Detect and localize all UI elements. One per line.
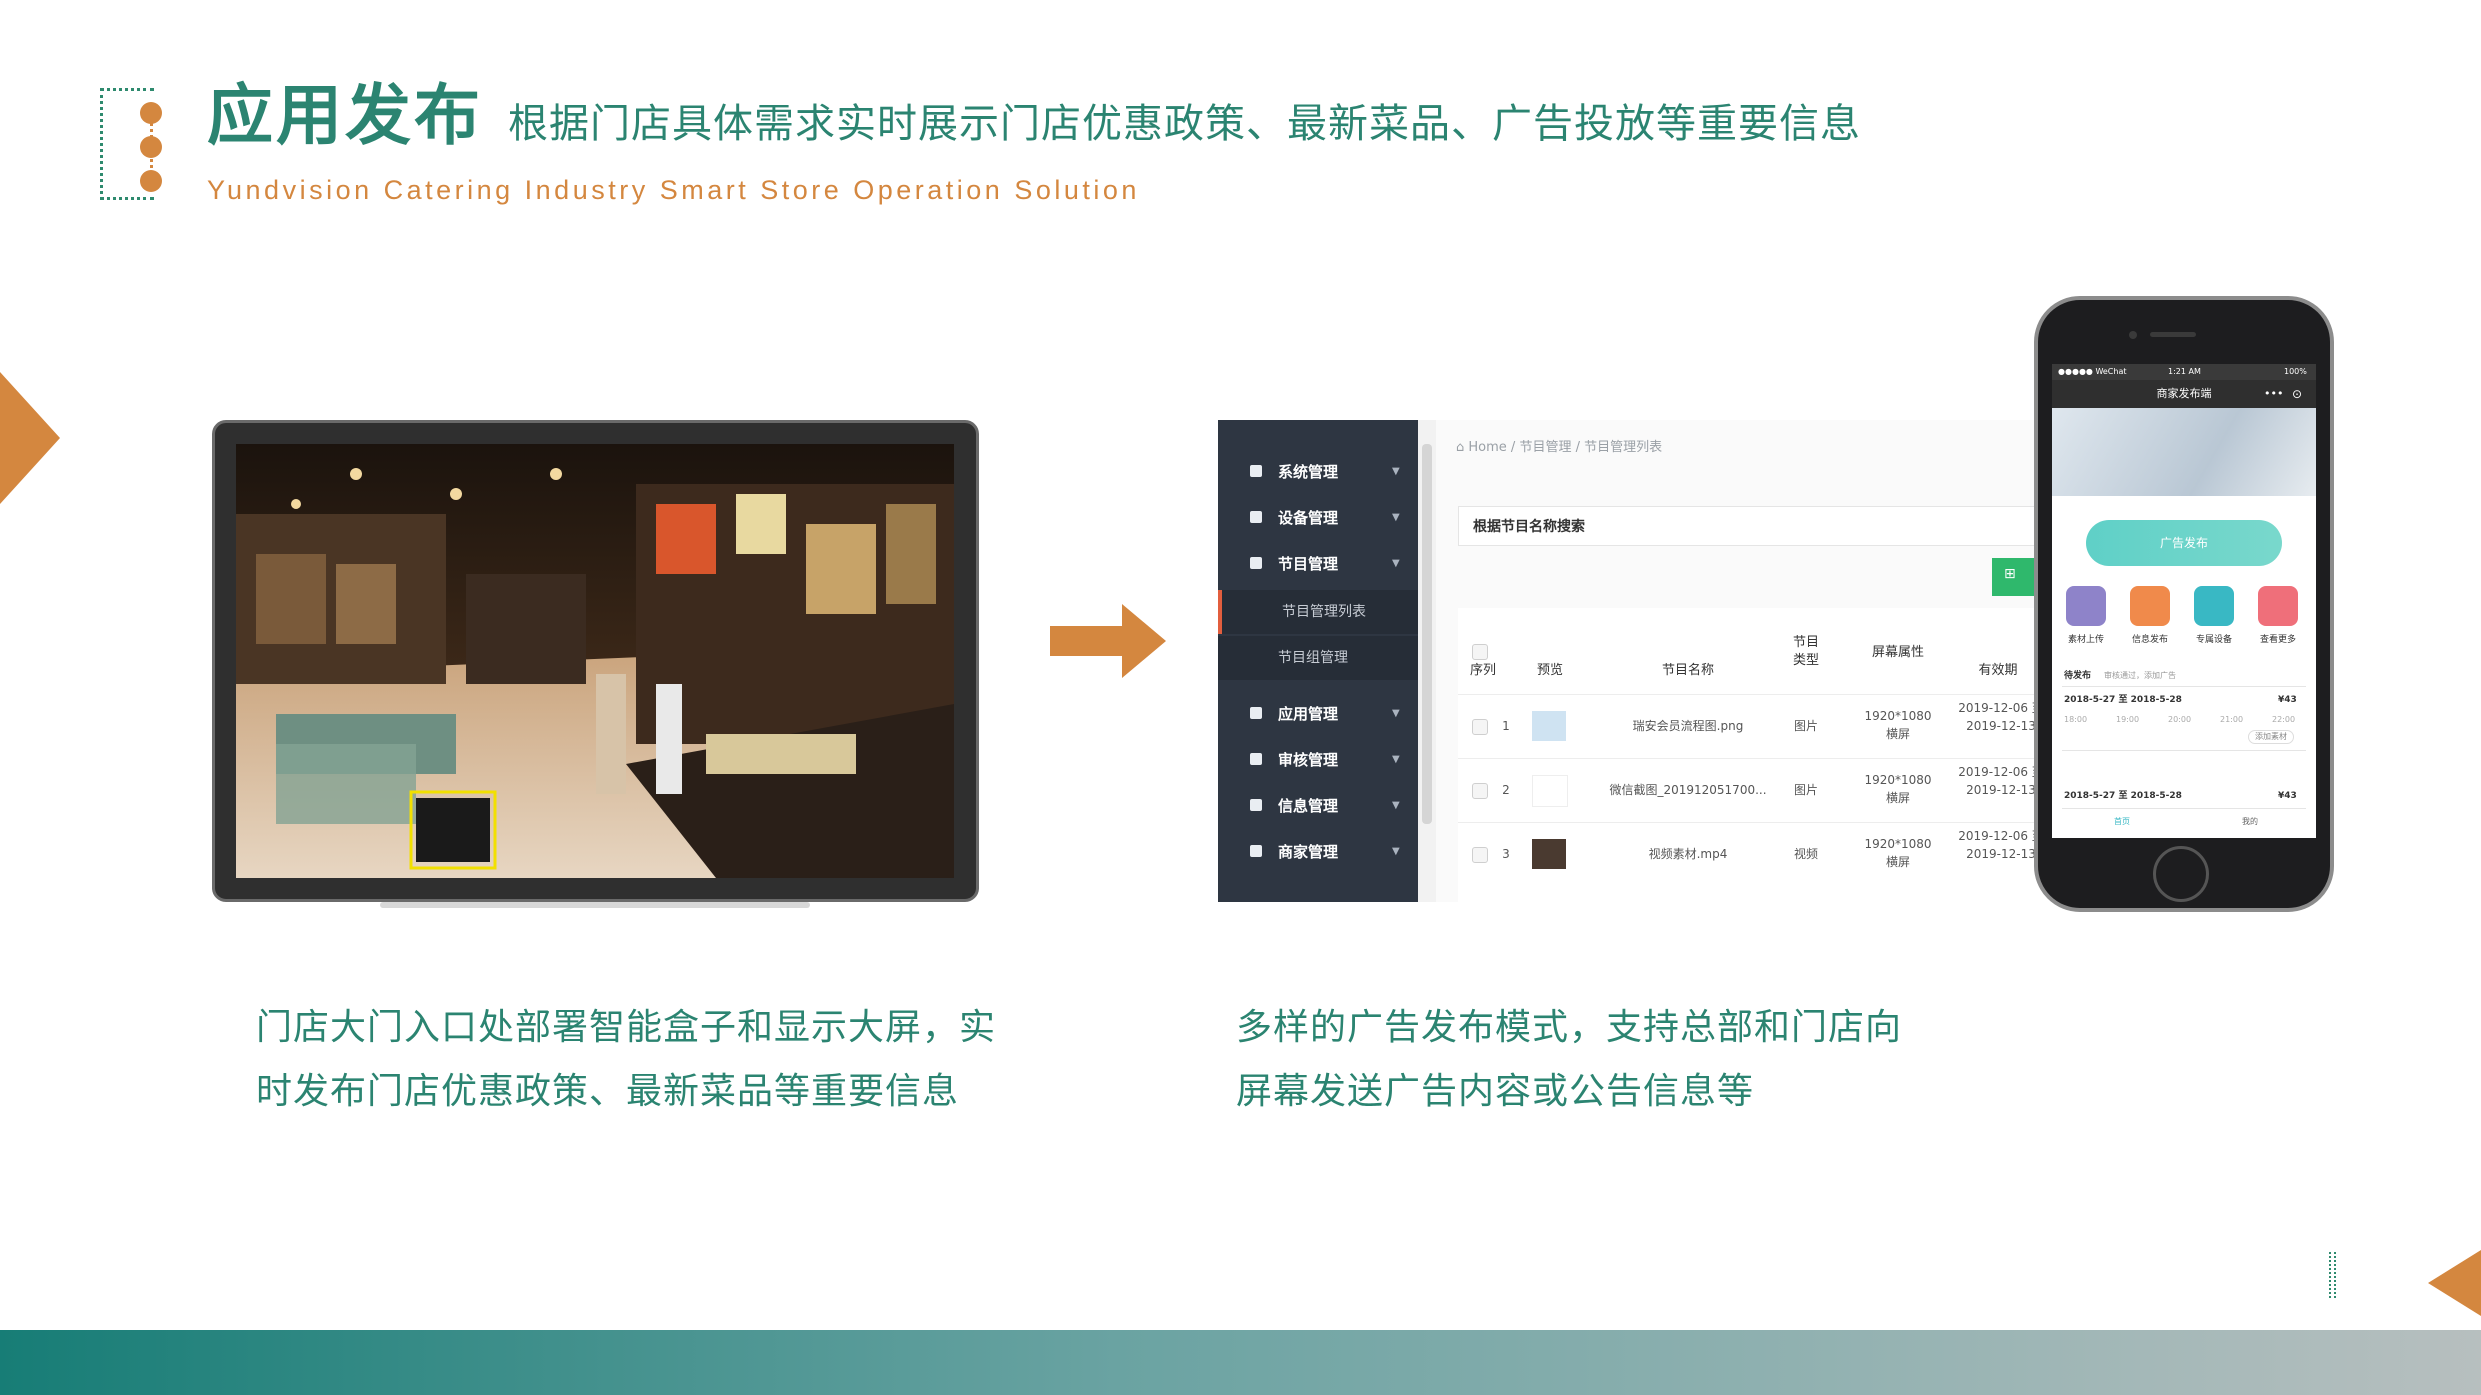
more-list-icon[interactable]: [2258, 586, 2298, 626]
dotted-marker-decoration: [2329, 1252, 2336, 1298]
preview-thumbnail: [1532, 839, 1566, 869]
hands-banner-image: [2052, 408, 2316, 496]
target-icon[interactable]: ⊙: [2292, 380, 2302, 408]
breadcrumb-programs[interactable]: 节目管理: [1519, 440, 1571, 455]
sidebar-subitem-program-list[interactable]: 节目管理列表: [1218, 590, 1418, 634]
left-triangle-decoration: [0, 372, 60, 504]
monitor-shadow: [380, 902, 810, 908]
sidebar-subitem-program-groups[interactable]: 节目组管理: [1218, 636, 1418, 680]
tab-home[interactable]: 首页: [2114, 816, 2130, 828]
restaurant-photo: [236, 444, 954, 878]
pending-label: 待发布: [2064, 671, 2092, 681]
sidebar-item-review[interactable]: 审核管理 ▼: [1218, 738, 1418, 782]
row-checkbox[interactable]: [1472, 783, 1488, 799]
add-material-button[interactable]: 添加素材: [2248, 730, 2294, 744]
upload-icon[interactable]: [2066, 586, 2106, 626]
page-subtitle: 根据门店具体需求实时展示门店优惠政策、最新菜品、广告投放等重要信息: [508, 101, 1861, 147]
sidebar-item-info[interactable]: 信息管理 ▼: [1218, 784, 1418, 828]
breadcrumb-program-list: 节目管理列表: [1584, 440, 1663, 455]
chevron-down-icon: ▼: [1392, 512, 1400, 523]
feature-icons: 素材上传 信息发布 专属设备 查看更多: [2066, 586, 2306, 646]
more-icon[interactable]: •••: [2264, 380, 2283, 408]
table-row[interactable]: 2 微信截图_201912051700... 图片 1920*1080 横屏 2…: [1458, 758, 2036, 823]
chevron-down-icon: ▼: [1392, 846, 1400, 857]
sidebar-item-apps[interactable]: 应用管理 ▼: [1218, 692, 1418, 736]
sidebar-item-merchants[interactable]: 商家管理 ▼: [1218, 830, 1418, 874]
phone-speaker: [2150, 332, 2196, 337]
breadcrumb: ⌂ Home / 节目管理 / 节目管理列表: [1456, 440, 1663, 455]
phone-home-button: [2153, 846, 2209, 902]
add-icon: ⊞: [2004, 566, 2016, 582]
add-button[interactable]: ⊞: [1992, 558, 2036, 596]
row-checkbox[interactable]: [1472, 847, 1488, 863]
tab-me[interactable]: 我的: [2242, 816, 2258, 828]
right-triangle-decoration: [2428, 1250, 2481, 1316]
chevron-down-icon: ▼: [1392, 558, 1400, 569]
search-input[interactable]: 根据节目名称搜索: [1458, 506, 2036, 546]
table-icon: [1250, 799, 1262, 811]
scrollbar[interactable]: [1418, 420, 1436, 902]
device-icon[interactable]: [2194, 586, 2234, 626]
table-row[interactable]: 1 瑞安会员流程图.png 图片 1920*1080 横屏 2019-12-06…: [1458, 694, 2036, 759]
chevron-down-icon: ▼: [1392, 466, 1400, 477]
col-header-validity: 有效期: [1978, 663, 2018, 678]
sidebar-item-devices[interactable]: 设备管理 ▼: [1218, 496, 1418, 540]
col-header-preview: 预览: [1536, 663, 1563, 678]
device-icon: [1250, 511, 1262, 523]
right-caption: 多样的广告发布模式，支持总部和门店向 屏幕发送广告内容或公告信息等: [1236, 1007, 1903, 1112]
chevron-down-icon: ▼: [1392, 754, 1400, 765]
arrow-right-icon: [1050, 604, 1166, 678]
video-icon: [1250, 557, 1262, 569]
entry-price: ¥43: [2278, 695, 2297, 705]
col-header-type: 节目类型: [1792, 635, 1819, 668]
sidebar-item-system[interactable]: 系统管理 ▼: [1218, 450, 1418, 494]
phone-screen: ●●●●● WeChat 1:21 AM 100% 商家发布端 ••• ⊙ 广告…: [2052, 364, 2316, 838]
row-checkbox[interactable]: [1472, 719, 1488, 735]
col-header-name: 节目名称: [1661, 663, 1714, 678]
table-row[interactable]: 3 视频素材.mp4 视频 1920*1080 横屏 2019-12-06 至 …: [1458, 822, 2036, 887]
home-icon: ⌂: [1456, 440, 1465, 455]
col-header-screen: 屏幕属性: [1871, 645, 1924, 660]
program-table: 序列 预览 节目名称 节目类型 屏幕属性 有效期 1 瑞安会员流程图.png 图…: [1458, 608, 2036, 902]
admin-sidebar: 系统管理 ▼ 设备管理 ▼ 节目管理 ▼ 节目管理列表 节目组管理 应用管理 ▼ 审核管…: [1218, 420, 1418, 902]
left-caption: 门店大门入口处部署智能盒子和显示大屏，实 时发布门店优惠政策、最新菜品等重要信息: [256, 1007, 997, 1112]
admin-screenshot: 系统管理 ▼ 设备管理 ▼ 节目管理 ▼ 节目管理列表 节目组管理 应用管理 ▼ 审核管…: [1218, 420, 2036, 902]
chevron-down-icon: ▼: [1392, 800, 1400, 811]
breadcrumb-home[interactable]: Home: [1468, 440, 1506, 455]
english-subtitle: Yundvision Catering Industry Smart Store…: [207, 175, 1140, 205]
col-header-index: 序列: [1469, 663, 1496, 678]
nav-title: 商家发布端: [2156, 387, 2212, 400]
select-all-checkbox[interactable]: [1472, 644, 1488, 660]
status-bar: ●●●●● WeChat 1:21 AM 100%: [2052, 364, 2316, 380]
gear-icon: [1250, 465, 1262, 477]
ad-publish-button[interactable]: 广告发布: [2086, 520, 2282, 566]
entry-dates: 2018-5-27 至 2018-5-28: [2064, 791, 2182, 801]
entry-dates: 2018-5-27 至 2018-5-28: [2064, 695, 2182, 705]
grid-icon: [1250, 707, 1262, 719]
lock-icon: [1250, 753, 1262, 765]
sidebar-item-programs[interactable]: 节目管理 ▼: [1218, 542, 1418, 586]
bottom-gradient-bar: [0, 1330, 2481, 1395]
entry-price: ¥43: [2278, 791, 2297, 801]
page-title: 应用发布: [207, 77, 483, 154]
preview-thumbnail: [1532, 711, 1566, 741]
phone-camera: [2129, 331, 2137, 339]
header-dots-decoration: [140, 102, 164, 192]
store-icon: [1250, 845, 1262, 857]
preview-thumbnail: [1532, 775, 1568, 807]
phone-nav-bar: 商家发布端 ••• ⊙: [2052, 380, 2316, 408]
chevron-down-icon: ▼: [1392, 708, 1400, 719]
publish-icon[interactable]: [2130, 586, 2170, 626]
pending-hint: 审核通过，添加广告: [2104, 671, 2176, 680]
